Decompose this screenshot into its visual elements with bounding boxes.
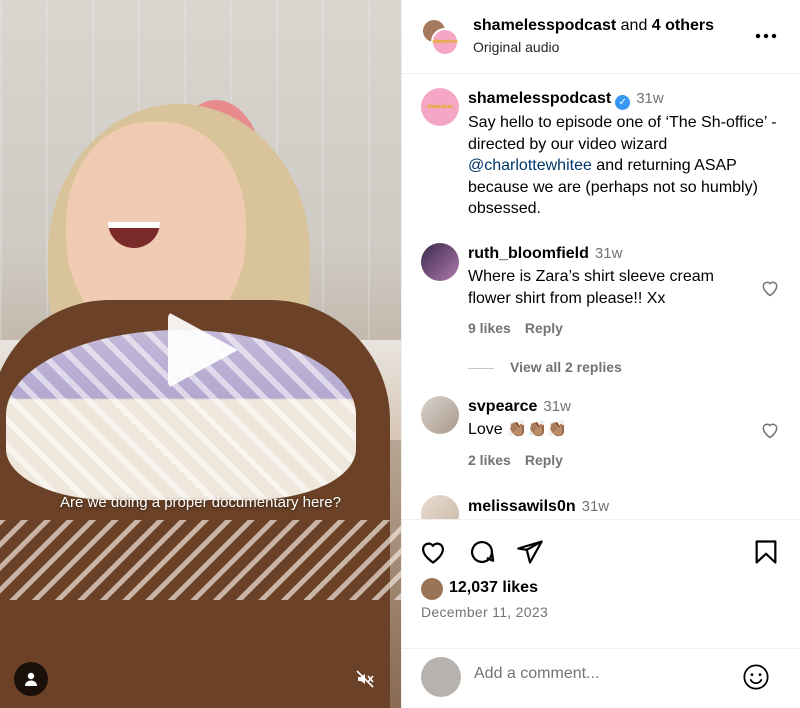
mute-button[interactable] (348, 662, 382, 696)
comment-likes[interactable]: 2 likes (468, 452, 511, 468)
save-button[interactable] (752, 538, 782, 568)
share-icon (517, 540, 543, 564)
comments-list[interactable]: shameless shamelesspodcast ✓ 31w Say hello… (402, 75, 800, 519)
video-caption: Are we doing a proper documentary here? (59, 494, 341, 511)
like-button[interactable] (419, 538, 449, 568)
comment-likes[interactable]: 9 likes (468, 320, 511, 336)
comment-icon (470, 540, 495, 564)
comment-author: svpearce 31w (468, 398, 571, 415)
caption-text: Say hello to episode one of ‘The Sh-offi… (468, 114, 777, 217)
emoji-icon (743, 664, 769, 690)
caption-avatar[interactable]: shameless (421, 88, 459, 126)
comment-input[interactable] (474, 665, 724, 683)
comment-author: ruth_bloomfield 31w (468, 245, 623, 262)
comment-text: Love 👏🏽👏🏽👏🏽 (468, 421, 567, 438)
caption-username[interactable]: shamelesspodcast (468, 90, 611, 107)
comment-meta: 2 likes Reply (468, 452, 563, 468)
view-replies-button[interactable]: View all 2 replies (468, 359, 622, 375)
others-link[interactable]: 4 others (652, 17, 714, 34)
post-actions: 12,037 likes December 11, 2023 (402, 519, 800, 708)
liker-avatar[interactable] (421, 578, 443, 600)
play-icon[interactable] (168, 312, 238, 388)
verified-badge-icon: ✓ (615, 95, 631, 110)
bookmark-icon (755, 540, 777, 564)
mention-link[interactable]: @charlottewhitee (468, 157, 592, 174)
heart-icon (421, 542, 445, 564)
comment-avatar[interactable] (421, 396, 459, 434)
post-panel: shameless shamelesspodcast and 4 others … (401, 0, 800, 708)
heart-icon (762, 423, 778, 439)
comment-avatar[interactable] (421, 495, 459, 519)
post-authors[interactable]: shamelesspodcast and 4 others (473, 17, 714, 35)
heart-icon (762, 281, 778, 297)
tagged-users-button[interactable] (14, 662, 48, 696)
comment-meta: 9 likes Reply (468, 320, 563, 336)
more-icon (755, 33, 777, 39)
comment-like-button[interactable] (760, 420, 782, 442)
emoji-button[interactable] (742, 663, 770, 691)
comment-text: Where is Zara’s shirt sleeve cream flowe… (468, 268, 714, 307)
comment-avatar[interactable] (421, 243, 459, 281)
comment-like-button[interactable] (760, 278, 782, 300)
caption-author: shamelesspodcast ✓ 31w (468, 90, 664, 110)
author-username[interactable]: shamelesspodcast (473, 17, 616, 34)
reply-button[interactable]: Reply (525, 452, 563, 468)
comment-button[interactable] (468, 538, 498, 568)
current-user-avatar (421, 657, 461, 697)
likes-count[interactable]: 12,037 likes (449, 579, 538, 597)
person-icon (25, 672, 37, 686)
comment-composer (402, 648, 800, 708)
reply-button[interactable]: Reply (525, 320, 563, 336)
comment-author: melissawils0n 31w (468, 498, 610, 515)
post-header: shameless shamelesspodcast and 4 others … (402, 0, 800, 74)
video-player[interactable]: meless Are we doing a proper documentary… (0, 0, 401, 708)
audio-link[interactable]: Original audio (473, 39, 559, 55)
caption-time[interactable]: 31w (636, 90, 664, 107)
share-button[interactable] (516, 538, 546, 568)
author-avatar[interactable]: shameless (431, 28, 459, 56)
more-options-button[interactable] (754, 24, 778, 54)
speaker-muted-icon (356, 670, 374, 688)
post-date: December 11, 2023 (421, 604, 549, 620)
